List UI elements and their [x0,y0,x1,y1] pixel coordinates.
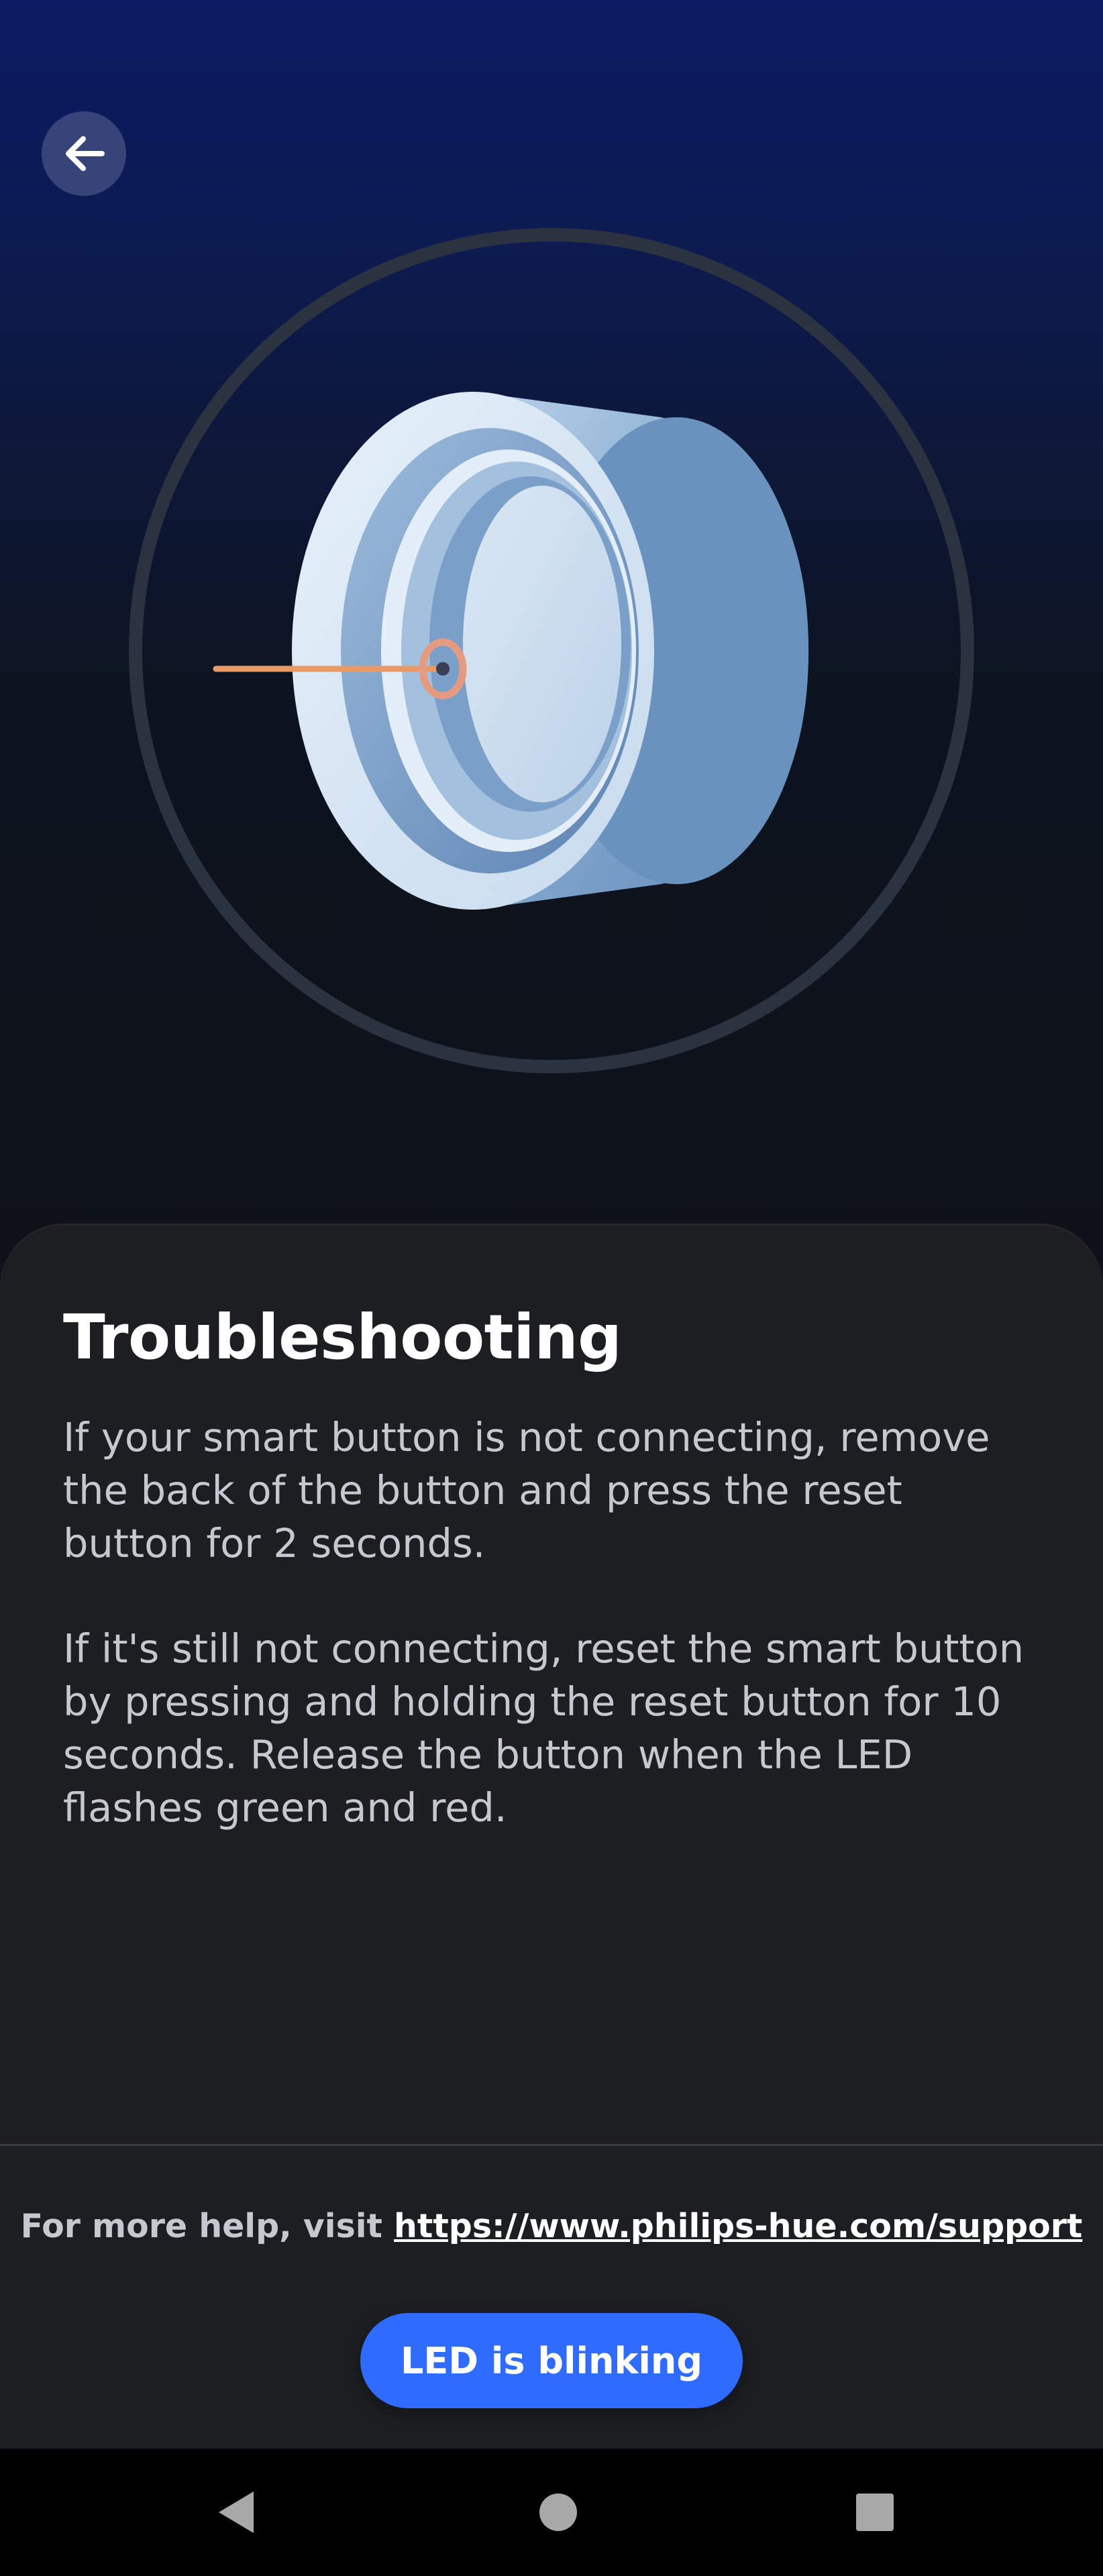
arrow-left-icon [66,136,105,171]
smart-button-illustration [129,228,974,1073]
square-recents-icon [856,2493,894,2531]
triangle-back-icon [219,2491,254,2533]
button-core [463,486,621,802]
help-text: For more help, visit https://www.philips… [0,2207,1103,2245]
help-prefix: For more help, visit [20,2207,395,2245]
system-recents-button[interactable] [821,2449,929,2576]
page-title: Troubleshooting [63,1301,622,1373]
system-navigation-bar [0,2449,1103,2576]
back-button[interactable] [42,111,126,196]
instruction-paragraph-1: If your smart button is not connecting, … [63,1414,990,1566]
system-back-button[interactable] [182,2449,290,2576]
led-blinking-button[interactable]: LED is blinking [360,2313,743,2408]
system-home-button[interactable] [505,2449,612,2576]
troubleshooting-sheet [0,1225,1103,2450]
circle-home-icon [539,2493,577,2531]
reset-hole [436,662,450,676]
divider [0,2144,1103,2146]
support-link[interactable]: https://www.philips-hue.com/support [394,2207,1082,2245]
instruction-paragraph-2: If it's still not connecting, reset the … [63,1625,1025,1831]
